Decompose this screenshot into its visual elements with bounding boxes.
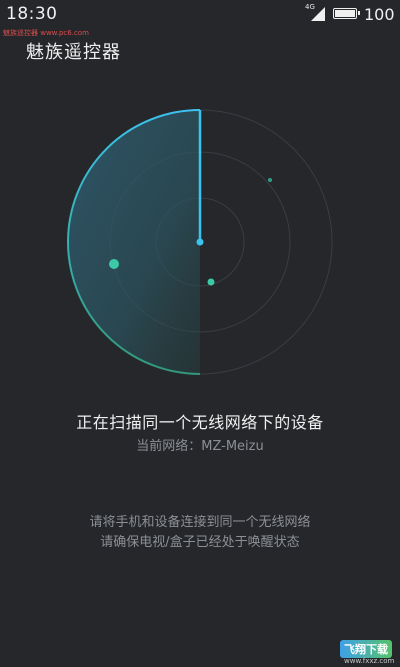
- page-title: 魅族遥控器: [26, 42, 121, 63]
- status-time: 18:30: [6, 4, 58, 24]
- radar-sweep: [68, 110, 200, 374]
- device-dot-medium: [207, 278, 215, 286]
- watermark-url: www.fxxz.com: [344, 657, 395, 665]
- radar-center-dot: [196, 238, 204, 246]
- device-dot-small: [268, 178, 272, 182]
- watermark-badge: 飞翔下载 www.fxxz.com: [336, 640, 398, 665]
- device-dot-large: [109, 259, 119, 269]
- signal-icon: 4G: [305, 3, 325, 21]
- hint-device-awake: 请确保电视/盒子已经处于唤醒状态: [100, 535, 300, 550]
- radar-scanner: [60, 108, 340, 388]
- network-type-label: 4G: [305, 3, 315, 11]
- scan-status-title: 正在扫描同一个无线网络下的设备: [76, 413, 324, 432]
- status-bar: 18:30 4G 100: [0, 0, 400, 28]
- hint-same-network: 请将手机和设备连接到同一个无线网络: [89, 515, 311, 530]
- screen: 18:30 4G 100 魅族遥控器 www.pc6.com 魅族遥控器 正在扫…: [0, 0, 400, 667]
- watermark-logo: 飞翔下载: [340, 640, 392, 658]
- battery-level: 100: [364, 5, 395, 24]
- watermark-top: 魅族遥控器 www.pc6.com: [3, 29, 89, 37]
- current-network-label: 当前网络：MZ-Meizu: [136, 439, 264, 454]
- battery-icon: [333, 8, 360, 19]
